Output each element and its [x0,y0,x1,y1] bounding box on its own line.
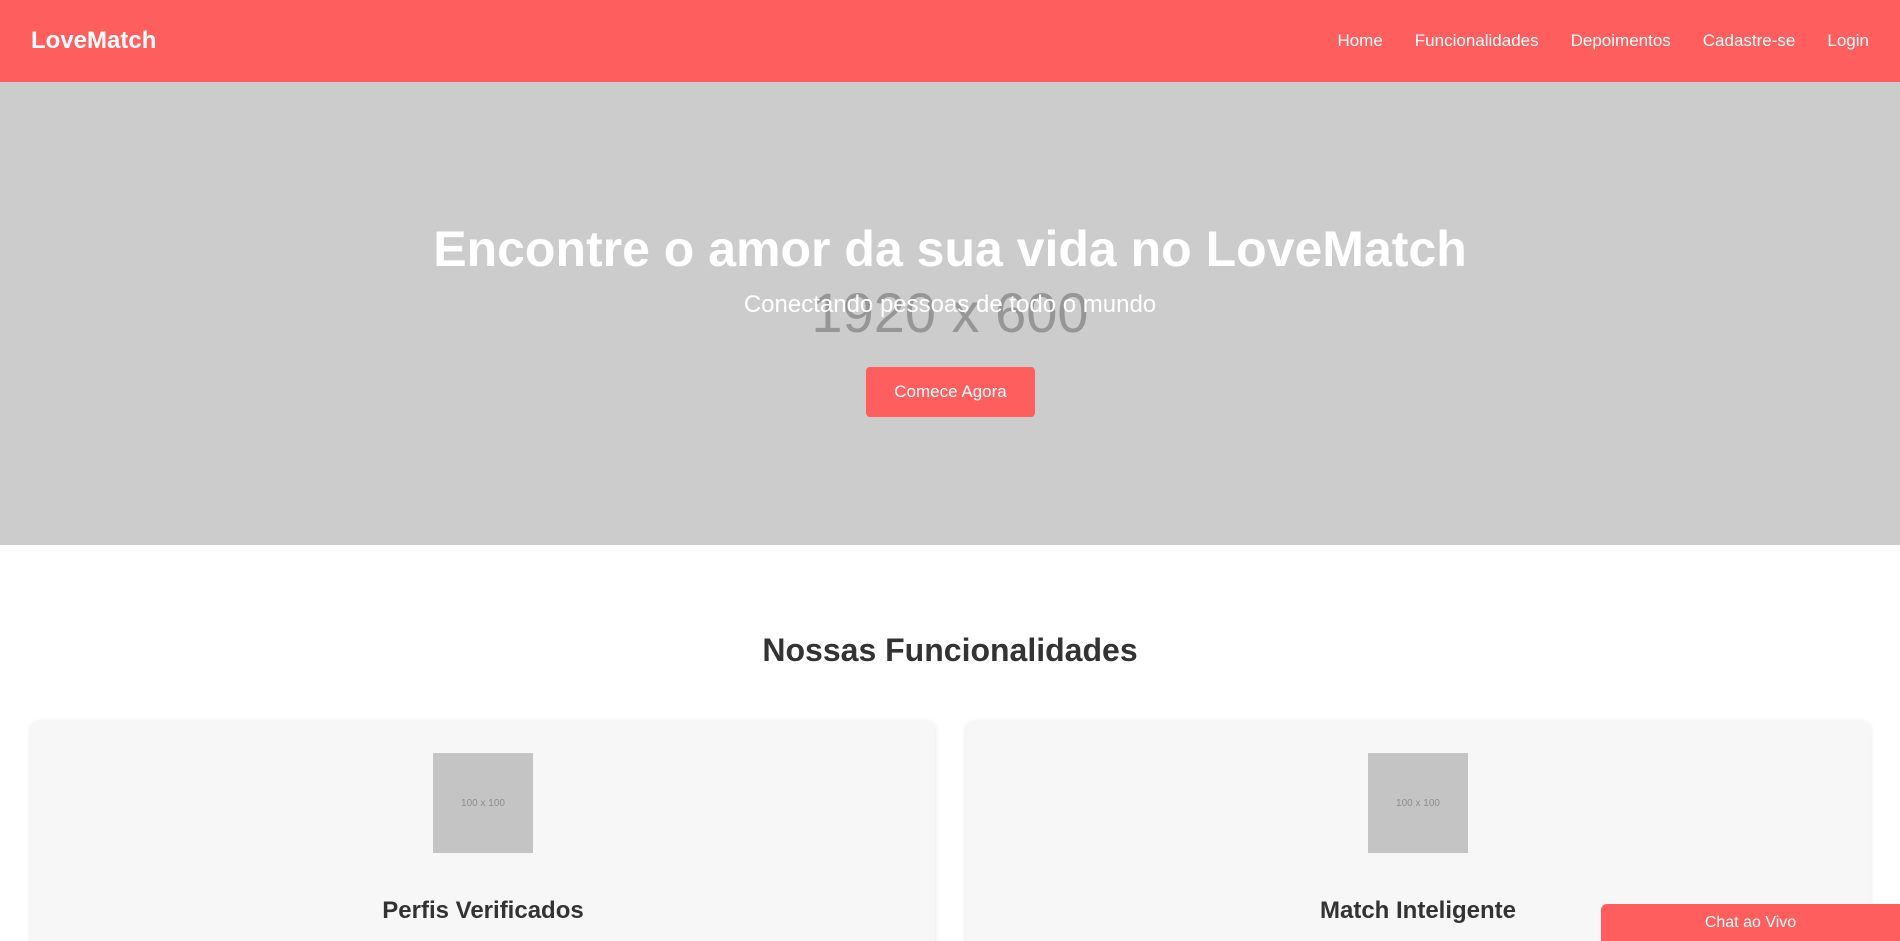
live-chat-button[interactable]: Chat ao Vivo [1601,904,1900,941]
features-section-title: Nossas Funcionalidades [762,632,1138,668]
comece-agora-button[interactable]: Comece Agora [866,367,1035,417]
hero-subtitle: Conectando pessoas de todo o mundo [743,291,1157,318]
site-header: LoveMatch Home Funcionalidades Depoiment… [0,0,1900,82]
feature-title: Perfis Verificados [382,897,584,924]
nav-depoimentos-link[interactable]: Depoimentos [1571,31,1671,51]
nav-cadastre-se-link[interactable]: Cadastre-se [1703,31,1796,51]
hero-section: 1920 x 600 Encontre o amor da sua vida n… [0,82,1900,545]
feature-image-placeholder: 100 x 100 [433,753,533,853]
logo[interactable]: LoveMatch [31,27,156,55]
hero-title: Encontre o amor da sua vida no LoveMatch [433,221,1467,277]
nav-login-link[interactable]: Login [1827,31,1869,51]
feature-image-placeholder: 100 x 100 [1368,753,1468,853]
feature-card: 100 x 100 Perfis Verificados [31,721,935,941]
nav-home-link[interactable]: Home [1337,31,1382,51]
main-nav: Home Funcionalidades Depoimentos Cadastr… [1305,31,1869,51]
nav-funcionalidades-link[interactable]: Funcionalidades [1415,31,1539,51]
